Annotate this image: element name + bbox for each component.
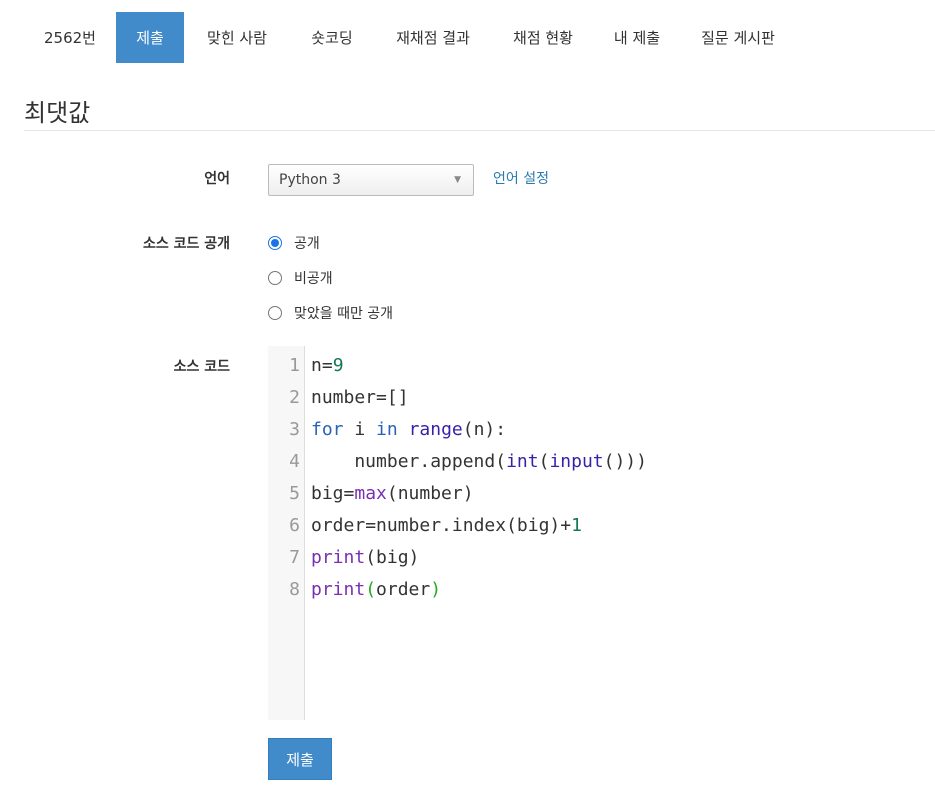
code-token: in	[376, 419, 398, 440]
code-token: (n):	[462, 419, 507, 440]
code-editor[interactable]: 1 n=9 2 number=[] 3 for i in range(n): 4 numbe…	[268, 346, 935, 720]
chevron-down-icon: ▼	[454, 175, 461, 185]
code-token: print	[311, 579, 366, 600]
code-token: input	[549, 451, 604, 472]
radio-accepted-only[interactable]	[268, 306, 282, 320]
tab-qna-board[interactable]: 질문 게시판	[680, 12, 796, 63]
code-text: for i in range(n):	[311, 414, 506, 446]
code-token: int	[506, 451, 539, 472]
code-token: (	[365, 579, 377, 600]
visibility-option-label: 공개	[294, 236, 320, 252]
code-token: max	[354, 483, 387, 504]
code-token: )	[430, 579, 442, 600]
line-number: 7	[289, 547, 300, 568]
language-select-value: Python 3	[279, 172, 341, 188]
language-settings-link[interactable]: 언어 설정	[493, 168, 549, 188]
tab-submit[interactable]: 제출	[116, 12, 184, 63]
line-number: 4	[289, 451, 300, 472]
code-token: +	[560, 515, 572, 536]
code-token: =[]	[376, 387, 409, 408]
tab-judge-status[interactable]: 채점 현황	[492, 12, 594, 63]
radio-public[interactable]	[268, 236, 282, 250]
language-label: 언어	[204, 171, 230, 187]
code-text: print(order)	[311, 574, 441, 606]
tab-rejudge-results[interactable]: 재채점 결과	[374, 12, 492, 63]
code-token: for	[311, 419, 344, 440]
tab-solved-users[interactable]: 맞힌 사람	[184, 12, 290, 63]
visibility-option-public[interactable]: 공개	[268, 233, 320, 253]
code-text: big=max(number)	[311, 478, 474, 510]
code-token: =	[365, 515, 377, 536]
code-token: =	[343, 483, 355, 504]
code-text: n=9	[311, 350, 344, 382]
code-text: order=number.index(big)+1	[311, 510, 582, 542]
visibility-label: 소스 코드 공개	[142, 236, 230, 252]
problem-tabs: 2562번 제출 맞힌 사람 숏코딩 재채점 결과 채점 현황 내 제출 질문 …	[24, 12, 796, 63]
code-text: print(big)	[311, 542, 419, 574]
line-number: 2	[289, 387, 300, 408]
line-number: 8	[289, 579, 300, 600]
code-token: range	[408, 419, 463, 440]
language-select[interactable]: Python 3 ▼	[268, 164, 474, 196]
code-token: order	[376, 579, 431, 600]
visibility-option-label: 맞았을 때만 공개	[294, 306, 394, 322]
code-token: ()))	[603, 451, 647, 472]
code-text: number.append(int(input()))	[311, 446, 647, 478]
line-number: 5	[289, 483, 300, 504]
tab-problem[interactable]: 2562번	[24, 12, 116, 63]
title-divider	[24, 130, 935, 131]
code-token: big	[311, 483, 344, 504]
code-token: number.append(	[311, 451, 507, 472]
code-text: number=[]	[311, 382, 409, 414]
code-token: (number)	[386, 483, 474, 504]
code-token: number	[311, 387, 377, 408]
line-number: 3	[289, 419, 300, 440]
radio-private[interactable]	[268, 271, 282, 285]
code-token: number.index(big)	[376, 515, 561, 536]
line-number: 1	[289, 355, 300, 376]
code-token: =	[321, 355, 333, 376]
code-token: 1	[571, 515, 582, 536]
code-token: order	[311, 515, 366, 536]
visibility-option-private[interactable]: 비공개	[268, 268, 333, 288]
submit-button[interactable]: 제출	[268, 738, 332, 780]
code-token: print	[311, 547, 366, 568]
code-token: 9	[332, 355, 344, 376]
code-token: n	[311, 355, 322, 376]
code-token: (	[538, 451, 550, 472]
source-code-label: 소스 코드	[173, 359, 230, 375]
tab-my-submissions[interactable]: 내 제출	[594, 12, 680, 63]
line-number: 6	[289, 515, 300, 536]
visibility-option-label: 비공개	[294, 271, 333, 287]
code-token: i	[343, 419, 377, 440]
tab-short-coding[interactable]: 숏코딩	[290, 12, 374, 63]
page-title: 최댓값	[24, 99, 91, 127]
code-token: (big)	[365, 547, 420, 568]
visibility-option-accepted-only[interactable]: 맞았을 때만 공개	[268, 303, 393, 323]
